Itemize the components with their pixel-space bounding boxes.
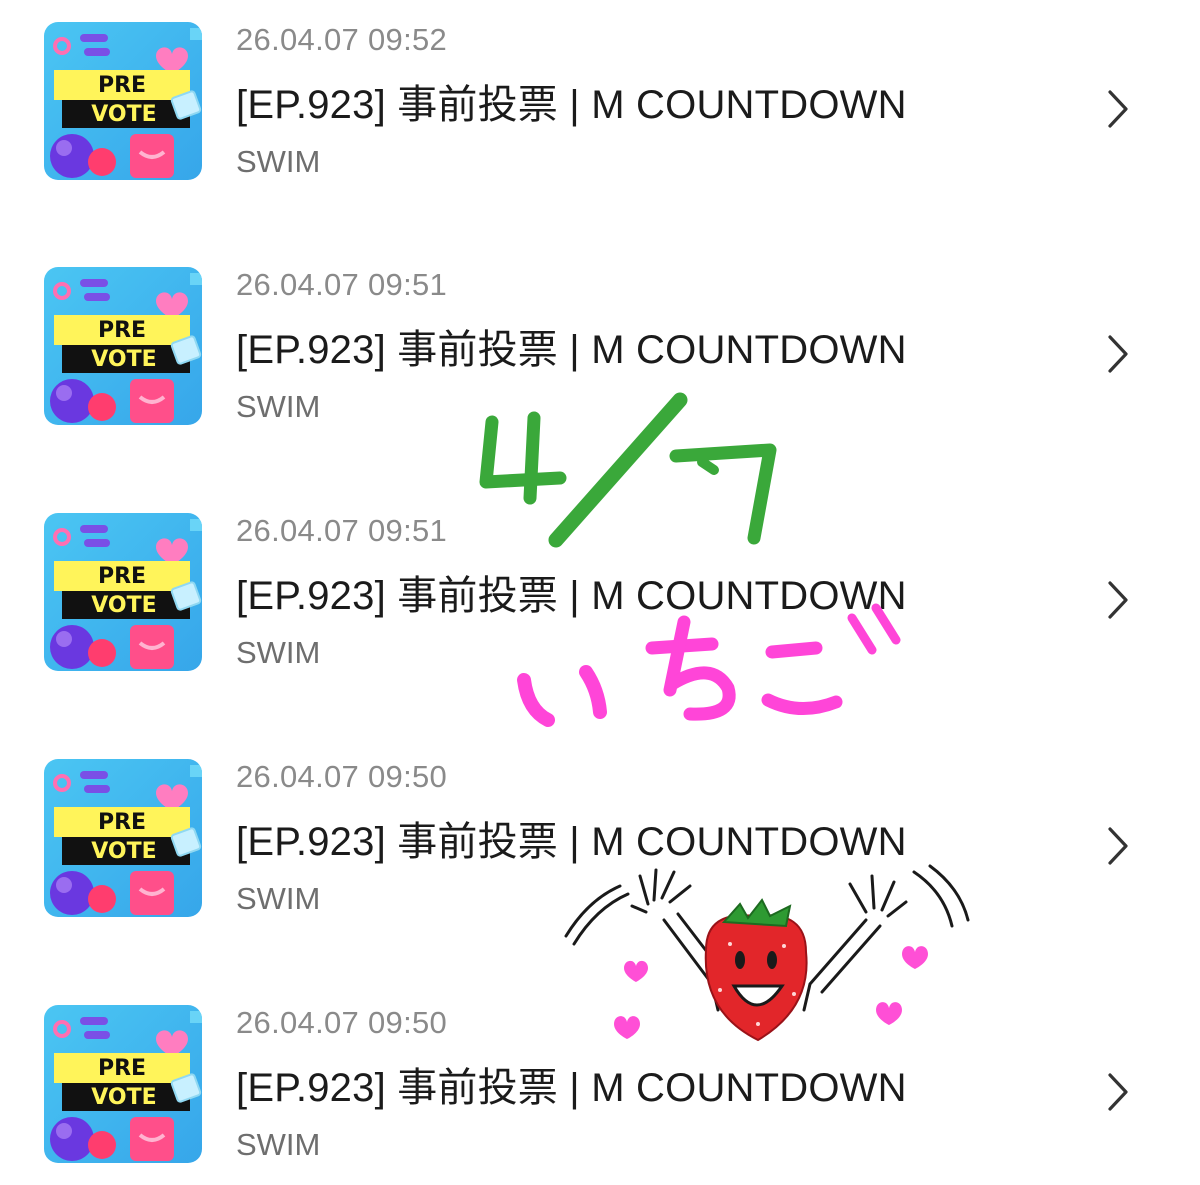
thumb-pre-text: PRE (98, 318, 146, 343)
channel-name: SWIM (236, 881, 321, 916)
list-item[interactable]: PRE VOTE 26.04.07 09:51 [EP.923] 事前投票 | … (0, 511, 1200, 681)
timestamp: 26.04.07 09:52 (236, 22, 448, 57)
thumb-pre-text: PRE (98, 810, 146, 835)
channel-name: SWIM (236, 635, 321, 670)
list-item[interactable]: PRE VOTE 26.04.07 09:50 [EP.923] 事前投票 | … (0, 1003, 1200, 1173)
thumbnail: PRE VOTE (44, 267, 202, 425)
channel-name: SWIM (236, 144, 321, 179)
thumb-vote-text: VOTE (91, 839, 156, 864)
item-title: [EP.923] 事前投票 | M COUNTDOWN (236, 1066, 907, 1110)
thumb-pre-text: PRE (98, 1056, 146, 1081)
thumbnail: PRE VOTE (44, 1005, 202, 1163)
chevron-right-icon[interactable] (1100, 84, 1136, 134)
timestamp: 26.04.07 09:50 (236, 1005, 448, 1040)
list-item[interactable]: PRE VOTE 26.04.07 09:51 [EP.923] 事前投票 | … (0, 265, 1200, 435)
timestamp: 26.04.07 09:51 (236, 513, 448, 548)
thumbnail: PRE VOTE (44, 22, 202, 180)
thumb-vote-text: VOTE (91, 102, 156, 127)
thumbnail: PRE VOTE (44, 513, 202, 671)
thumbnail: PRE VOTE (44, 759, 202, 917)
list-item[interactable]: PRE VOTE 26.04.07 09:50 [EP.923] 事前投票 | … (0, 757, 1200, 927)
channel-name: SWIM (236, 389, 321, 424)
chevron-right-icon[interactable] (1100, 1067, 1136, 1117)
timestamp: 26.04.07 09:50 (236, 759, 448, 794)
channel-name: SWIM (236, 1127, 321, 1162)
timestamp: 26.04.07 09:51 (236, 267, 448, 302)
item-title: [EP.923] 事前投票 | M COUNTDOWN (236, 820, 907, 864)
list-item[interactable]: PRE VOTE 26.04.07 09:52 [EP.923] 事前投票 | … (0, 20, 1200, 190)
thumb-vote-text: VOTE (91, 593, 156, 618)
thumb-pre-text: PRE (98, 564, 146, 589)
thumb-pre-text: PRE (98, 73, 146, 98)
item-title: [EP.923] 事前投票 | M COUNTDOWN (236, 328, 907, 372)
item-title: [EP.923] 事前投票 | M COUNTDOWN (236, 574, 907, 618)
thumb-vote-text: VOTE (91, 347, 156, 372)
thumb-vote-text: VOTE (91, 1085, 156, 1110)
item-title: [EP.923] 事前投票 | M COUNTDOWN (236, 83, 907, 127)
chevron-right-icon[interactable] (1100, 821, 1136, 871)
history-list: PRE VOTE 26.04.07 09:52 [EP.923] 事前投票 | … (0, 0, 1200, 1185)
chevron-right-icon[interactable] (1100, 575, 1136, 625)
chevron-right-icon[interactable] (1100, 329, 1136, 379)
